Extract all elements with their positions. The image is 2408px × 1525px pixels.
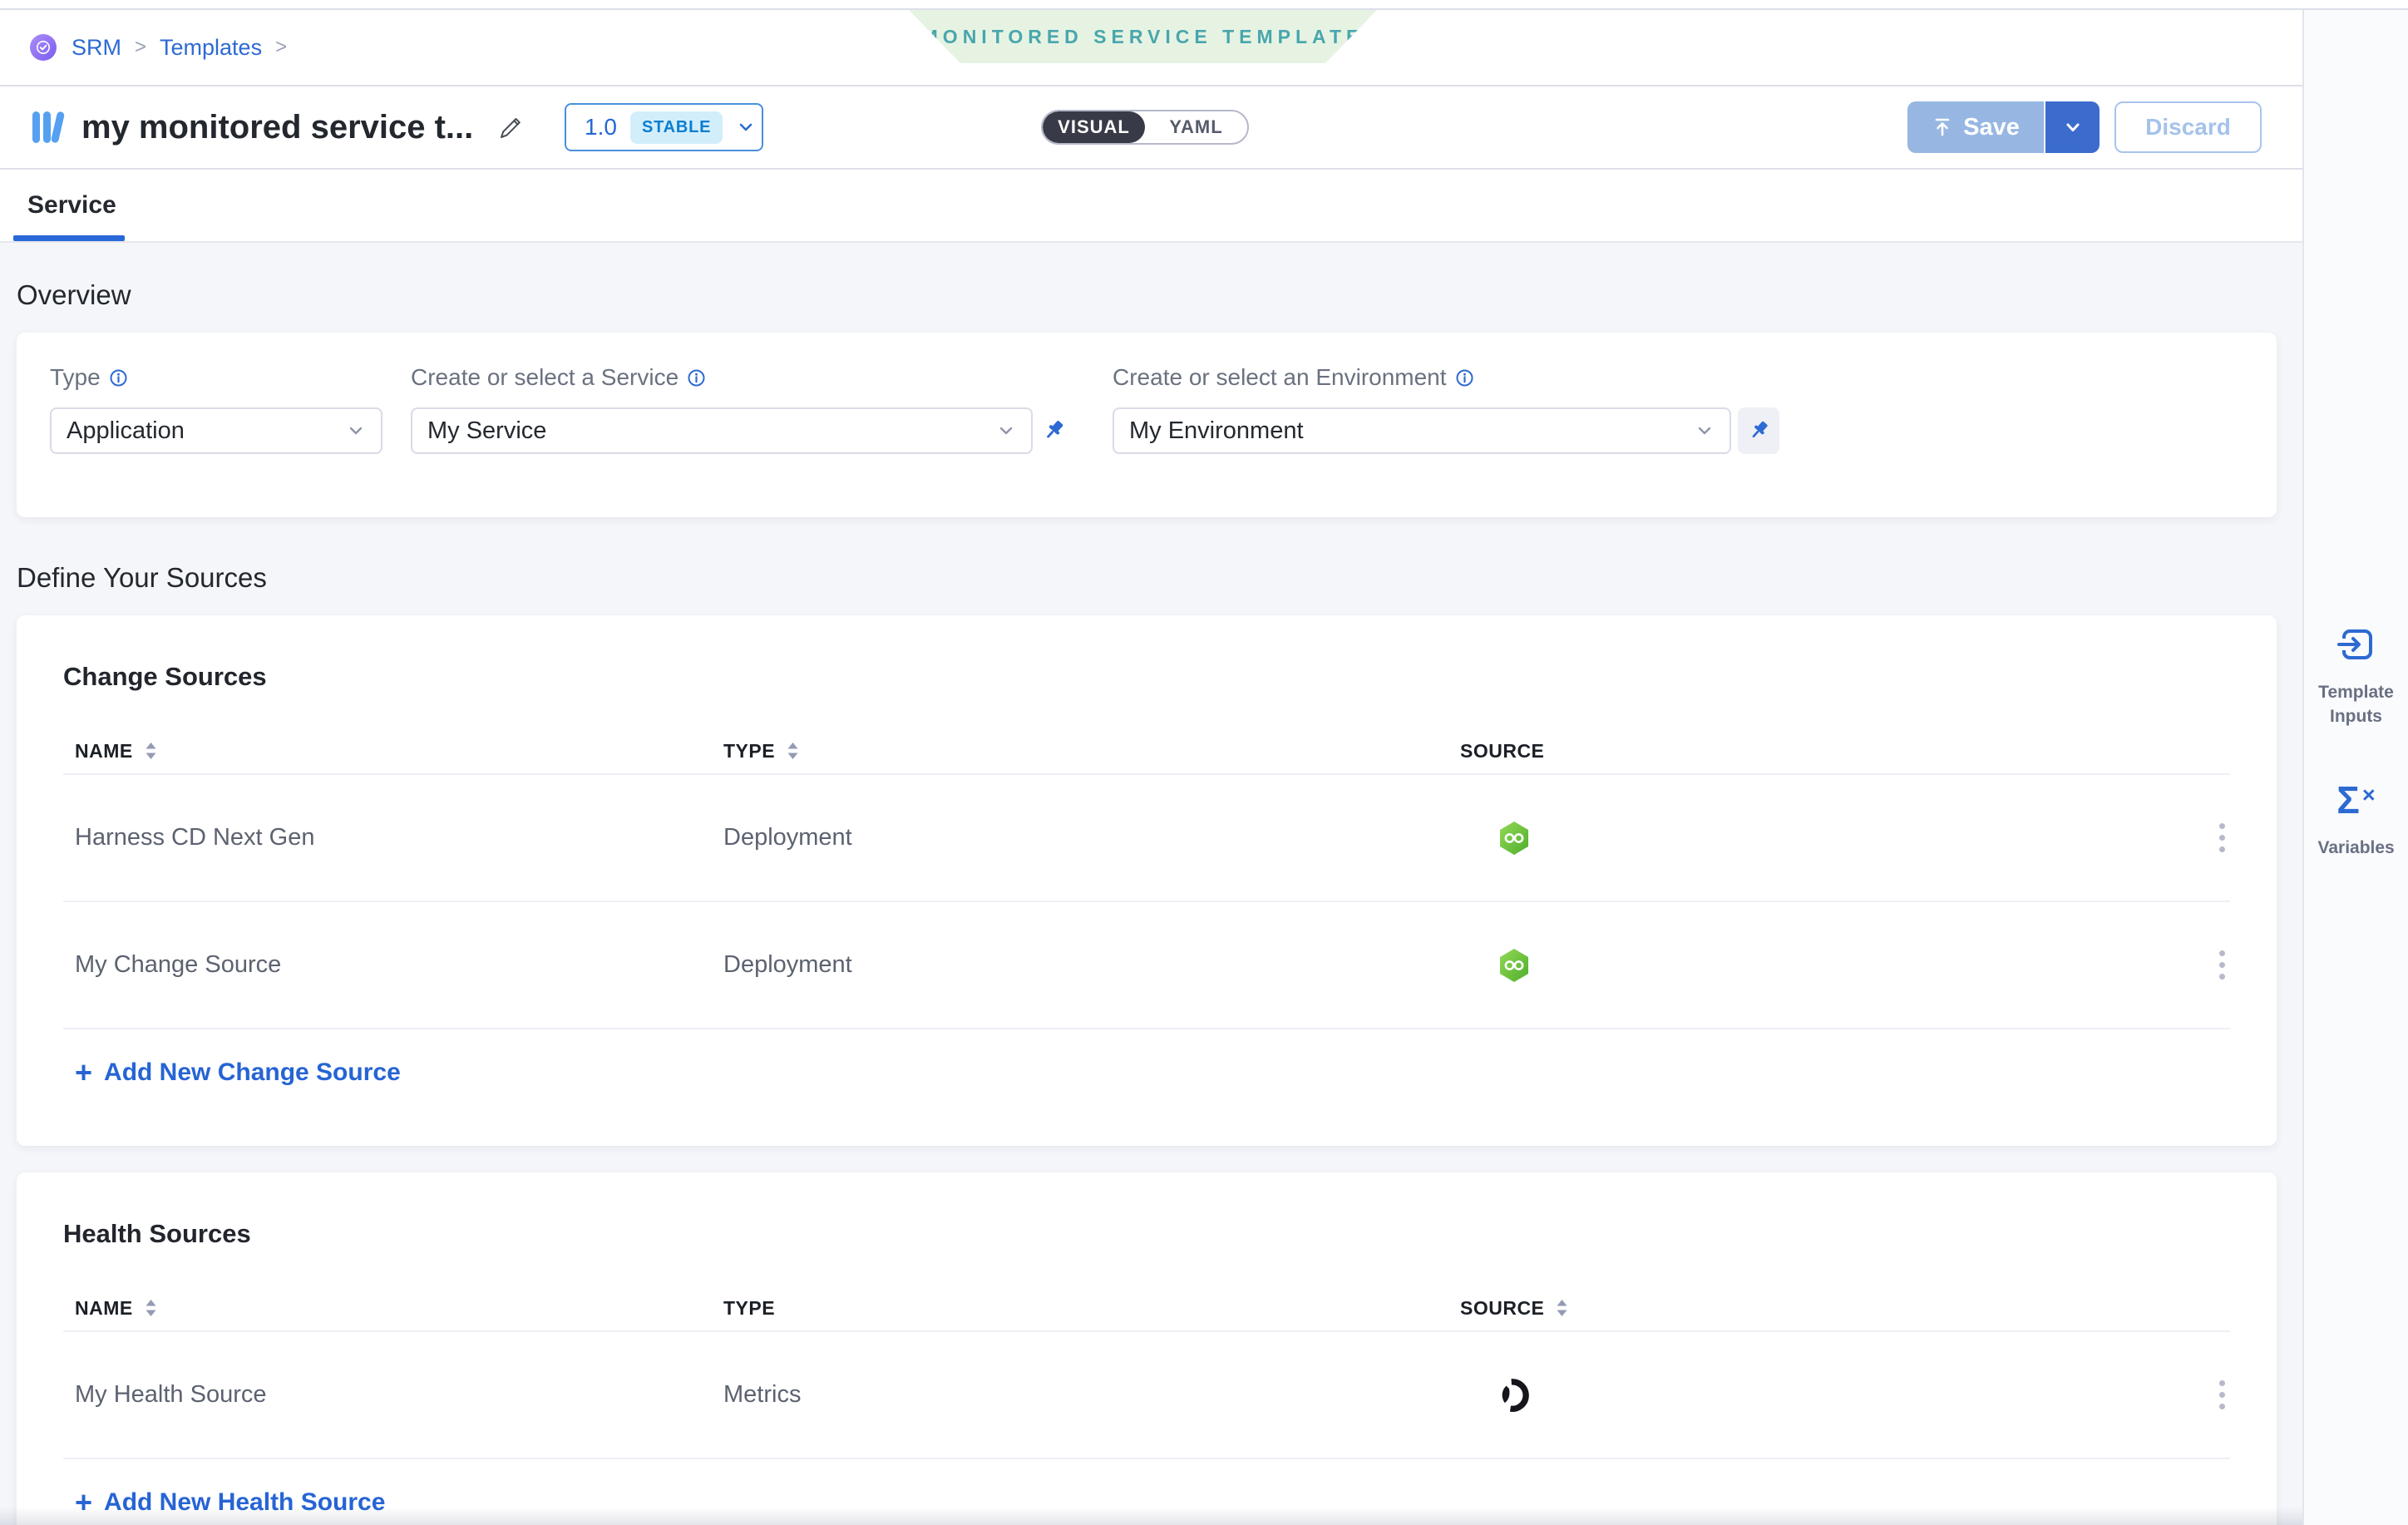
row-options-menu-icon[interactable] — [2214, 1375, 2230, 1414]
save-button[interactable]: Save — [1907, 101, 2045, 153]
version-selector[interactable]: 1.0 STABLE — [565, 103, 763, 151]
breadcrumb-srm-link[interactable]: SRM — [72, 35, 121, 61]
tab-service[interactable]: Service — [27, 191, 116, 220]
info-icon[interactable] — [109, 368, 128, 387]
environment-label: Create or select an Environment — [1113, 364, 1447, 391]
edit-title-pencil-icon[interactable] — [496, 113, 525, 141]
overview-card: Type Application Create or se — [17, 333, 2277, 517]
health-sources-card: Health Sources NAME TYPE SOURCE — [17, 1172, 2277, 1525]
add-health-source-label: Add New Health Source — [104, 1488, 385, 1517]
type-label: Type — [50, 364, 101, 391]
add-change-source-button[interactable]: + Add New Change Source — [75, 1058, 401, 1088]
column-header-source[interactable]: SOURCE — [1460, 1297, 1544, 1320]
environment-select[interactable]: My Environment — [1113, 407, 1731, 454]
overview-heading: Overview — [17, 243, 2286, 311]
column-header-source: SOURCE — [1460, 740, 1544, 762]
plus-icon: + — [75, 1488, 92, 1518]
chevron-down-icon — [736, 117, 756, 137]
active-tab-underline — [13, 235, 125, 241]
service-select-value: My Service — [427, 417, 546, 445]
health-source-row[interactable]: My Health Source Metrics — [63, 1332, 2230, 1459]
change-source-name: My Change Source — [75, 951, 281, 979]
row-options-menu-icon[interactable] — [2214, 945, 2230, 985]
environment-select-value: My Environment — [1129, 417, 1304, 445]
info-icon[interactable] — [1455, 368, 1474, 387]
toggle-visual[interactable]: VISUAL — [1043, 111, 1145, 143]
health-source-type: Metrics — [723, 1381, 801, 1409]
save-options-caret[interactable] — [2045, 101, 2100, 153]
breadcrumb: SRM > Templates > MONITORED SERVICE TEMP… — [0, 10, 2302, 86]
monitored-service-template-badge: MONITORED SERVICE TEMPLATE — [909, 10, 1377, 63]
change-sources-table-header: NAME TYPE SOURCE — [63, 728, 2230, 775]
main-column: SRM > Templates > MONITORED SERVICE TEMP… — [0, 10, 2302, 1525]
right-rail: Template Inputs Σ× Variables — [2302, 10, 2408, 1525]
health-sources-title: Health Sources — [63, 1219, 2230, 1249]
version-number: 1.0 — [585, 114, 617, 141]
sort-icon[interactable] — [145, 1299, 157, 1317]
service-label: Create or select a Service — [411, 364, 678, 391]
variables-label: Variables — [2318, 836, 2395, 860]
window-top-strip — [0, 0, 2408, 10]
health-sources-table-header: NAME TYPE SOURCE — [63, 1286, 2230, 1332]
toggle-yaml[interactable]: YAML — [1145, 111, 1247, 143]
srm-module-icon — [30, 34, 57, 61]
breadcrumb-separator: > — [275, 36, 287, 59]
variables-button[interactable]: Σ× Variables — [2318, 781, 2395, 860]
change-sources-card: Change Sources NAME TYPE — [17, 615, 2277, 1146]
template-inputs-button[interactable]: Template Inputs — [2318, 625, 2395, 729]
template-inputs-icon — [2337, 625, 2376, 664]
pin-icon[interactable] — [1738, 407, 1779, 454]
column-header-type[interactable]: TYPE — [723, 740, 775, 762]
change-source-row[interactable]: My Change Source Deployment — [63, 902, 2230, 1029]
add-health-source-button[interactable]: + Add New Health Source — [75, 1488, 385, 1518]
plus-icon: + — [75, 1058, 92, 1088]
save-button-label: Save — [1963, 114, 2020, 141]
column-header-type[interactable]: TYPE — [723, 1297, 775, 1320]
tab-bar: Service — [0, 170, 2302, 243]
row-options-menu-icon[interactable] — [2214, 818, 2230, 857]
type-select[interactable]: Application — [50, 407, 382, 454]
health-source-name: My Health Source — [75, 1381, 267, 1409]
sort-icon[interactable] — [1556, 1299, 1568, 1317]
column-header-name[interactable]: NAME — [75, 740, 133, 762]
save-split-button: Save — [1907, 101, 2100, 153]
pin-icon[interactable] — [1039, 417, 1068, 445]
service-config-panel: Overview Type Application — [0, 243, 2302, 1525]
harness-cd-icon — [1498, 821, 1530, 856]
page-title: my monitored service t... — [81, 109, 473, 146]
add-change-source-label: Add New Change Source — [104, 1059, 401, 1087]
change-sources-title: Change Sources — [63, 662, 2230, 692]
change-source-type: Deployment — [723, 951, 852, 979]
version-stable-chip: STABLE — [630, 111, 723, 144]
change-source-type: Deployment — [723, 824, 852, 851]
appdynamics-icon — [1498, 1378, 1533, 1413]
type-select-value: Application — [67, 417, 185, 445]
harness-cd-icon — [1498, 948, 1530, 983]
sort-icon[interactable] — [145, 742, 157, 760]
service-select[interactable]: My Service — [411, 407, 1033, 454]
breadcrumb-separator: > — [135, 36, 146, 59]
change-source-name: Harness CD Next Gen — [75, 824, 315, 851]
variables-icon: Σ× — [2336, 781, 2375, 819]
change-source-row[interactable]: Harness CD Next Gen Deployment — [63, 775, 2230, 902]
upload-icon — [1932, 116, 1953, 138]
define-sources-heading: Define Your Sources — [17, 562, 2286, 594]
template-inputs-label: Template Inputs — [2318, 680, 2395, 729]
discard-button[interactable]: Discard — [2114, 101, 2262, 153]
template-header: my monitored service t... 1.0 STABLE VIS… — [0, 86, 2302, 170]
column-header-name[interactable]: NAME — [75, 1297, 133, 1320]
visual-yaml-toggle: VISUAL YAML — [1041, 110, 1249, 145]
sort-icon[interactable] — [787, 742, 799, 760]
breadcrumb-templates-link[interactable]: Templates — [160, 35, 262, 61]
info-icon[interactable] — [687, 368, 706, 387]
template-library-icon — [30, 107, 67, 147]
